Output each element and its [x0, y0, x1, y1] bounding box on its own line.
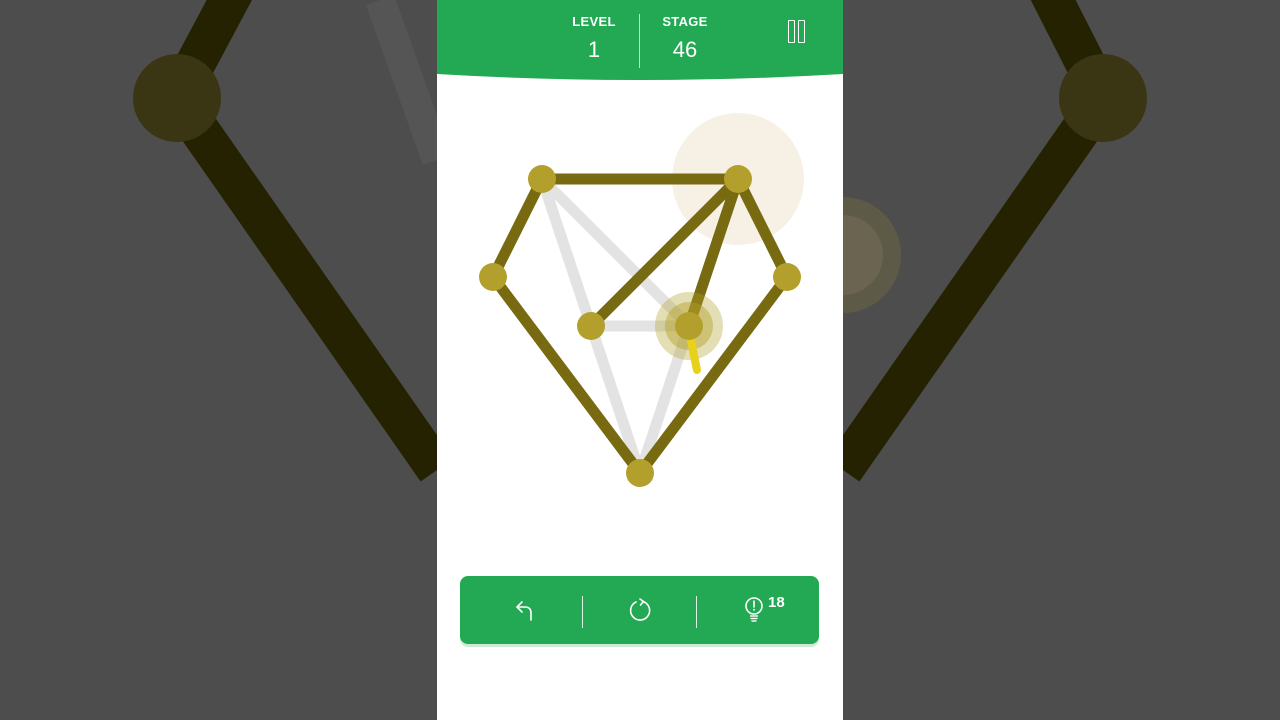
restart-icon — [629, 598, 651, 621]
node[interactable] — [773, 263, 801, 291]
game-screen: LEVEL 1 STAGE 46 18 — [437, 0, 843, 720]
background-left-graphic — [133, 0, 437, 482]
node[interactable] — [479, 263, 507, 291]
edge-drawn — [487, 173, 548, 283]
lightbulb-icon — [745, 597, 763, 622]
toolbar-separator — [582, 596, 583, 628]
node[interactable] — [528, 165, 556, 193]
node-active[interactable] — [675, 312, 703, 340]
action-toolbar: 18 — [460, 576, 819, 644]
hint-count: 18 — [768, 594, 785, 611]
background-left — [0, 0, 437, 720]
restart-button[interactable] — [590, 576, 690, 644]
undo-button[interactable] — [475, 576, 575, 644]
background-right-graphic — [843, 0, 1147, 482]
node[interactable] — [626, 459, 654, 487]
undo-icon — [516, 601, 532, 621]
hint-button[interactable] — [704, 576, 804, 644]
toolbar-separator — [696, 596, 697, 628]
background-right — [843, 0, 1280, 720]
node[interactable] — [724, 165, 752, 193]
node[interactable] — [577, 312, 605, 340]
